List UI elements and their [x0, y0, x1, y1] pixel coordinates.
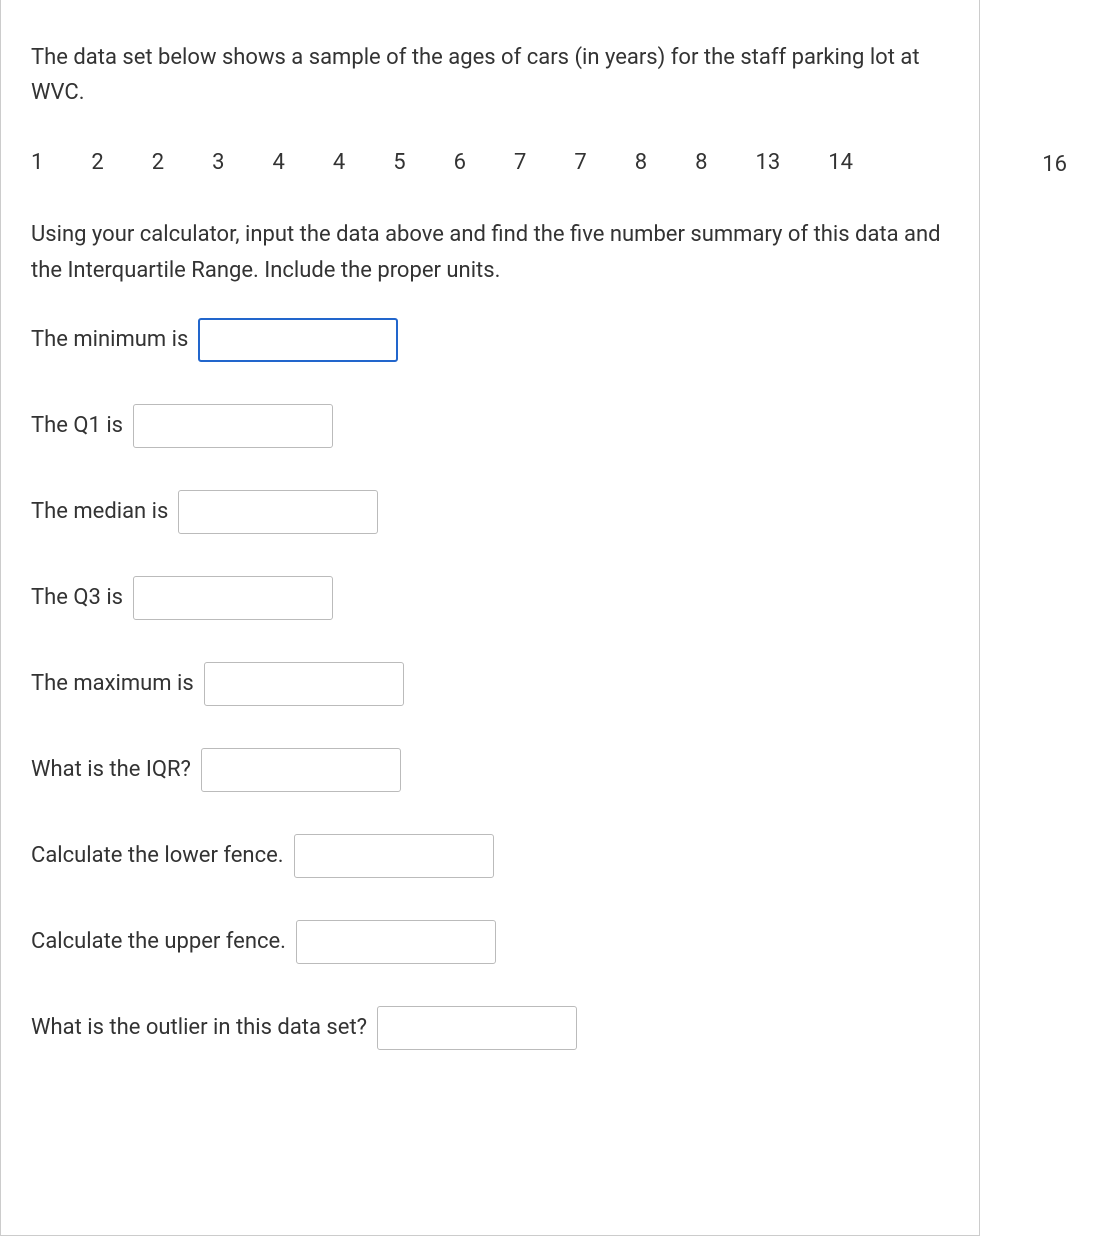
maximum-row: The maximum is — [31, 662, 949, 706]
data-value: 14 — [828, 150, 853, 175]
median-row: The median is — [31, 490, 949, 534]
q1-row: The Q1 is — [31, 404, 949, 448]
instruction-text: Using your calculator, input the data ab… — [31, 217, 949, 287]
data-value: 4 — [333, 150, 345, 175]
outlier-label: What is the outlier in this data set? — [31, 1015, 367, 1040]
data-value: 6 — [454, 150, 466, 175]
intro-text: The data set below shows a sample of the… — [31, 40, 949, 110]
data-value: 3 — [212, 150, 224, 175]
q3-label: The Q3 is — [31, 585, 123, 610]
upper-fence-label: Calculate the upper fence. — [31, 929, 286, 954]
minimum-input[interactable] — [198, 318, 398, 362]
median-input[interactable] — [178, 490, 378, 534]
question-container: The data set below shows a sample of the… — [0, 0, 980, 1236]
data-value: 7 — [514, 150, 526, 175]
data-values-row: 1 2 2 3 4 4 5 6 7 7 8 8 13 14 — [31, 150, 949, 175]
data-value-overflow: 16 — [1042, 152, 1067, 177]
minimum-row: The minimum is — [31, 318, 949, 362]
lower-fence-row: Calculate the lower fence. — [31, 834, 949, 878]
q1-input[interactable] — [133, 404, 333, 448]
data-value: 5 — [393, 150, 405, 175]
q3-row: The Q3 is — [31, 576, 949, 620]
iqr-input[interactable] — [201, 748, 401, 792]
data-value: 8 — [635, 150, 647, 175]
data-value: 13 — [756, 150, 781, 175]
q3-input[interactable] — [133, 576, 333, 620]
data-value: 2 — [152, 150, 164, 175]
minimum-label: The minimum is — [31, 327, 188, 352]
outlier-row: What is the outlier in this data set? — [31, 1006, 949, 1050]
data-value: 4 — [273, 150, 285, 175]
upper-fence-row: Calculate the upper fence. — [31, 920, 949, 964]
iqr-label: What is the IQR? — [31, 757, 191, 782]
data-value: 2 — [91, 150, 103, 175]
data-value: 7 — [574, 150, 586, 175]
maximum-label: The maximum is — [31, 671, 194, 696]
iqr-row: What is the IQR? — [31, 748, 949, 792]
maximum-input[interactable] — [204, 662, 404, 706]
data-value: 1 — [31, 150, 43, 175]
median-label: The median is — [31, 499, 168, 524]
lower-fence-input[interactable] — [294, 834, 494, 878]
upper-fence-input[interactable] — [296, 920, 496, 964]
lower-fence-label: Calculate the lower fence. — [31, 843, 284, 868]
q1-label: The Q1 is — [31, 413, 123, 438]
outlier-input[interactable] — [377, 1006, 577, 1050]
data-value: 8 — [695, 150, 707, 175]
